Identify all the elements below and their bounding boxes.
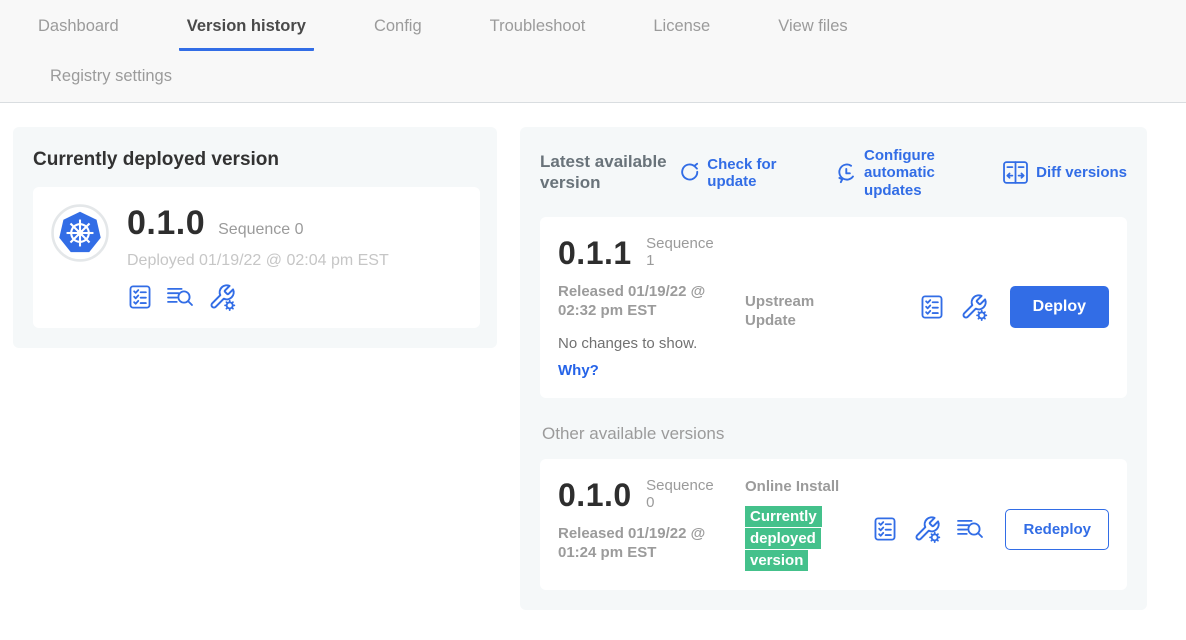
- diff-versions-label: Diff versions: [1036, 164, 1127, 181]
- diff-versions-icon: [1002, 160, 1029, 185]
- kubernetes-logo-icon: [51, 204, 109, 267]
- other-available-versions-title: Other available versions: [542, 424, 1127, 444]
- edit-config-icon[interactable]: [913, 515, 941, 543]
- nav-row-1: Dashboard Version history Config Trouble…: [0, 14, 1186, 51]
- tab-dashboard[interactable]: Dashboard: [30, 14, 127, 48]
- other-version-source: Online Install: [745, 477, 855, 497]
- deployed-version-card: 0.1.0 Sequence 0 Deployed 01/19/22 @ 02:…: [33, 187, 480, 328]
- latest-version-number: 0.1.1: [558, 235, 632, 271]
- latest-released-timestamp: Released 01/19/22 @ 02:32 pm EST: [558, 282, 743, 321]
- check-for-update-icon: [679, 161, 700, 184]
- check-for-update-link[interactable]: Check for update: [679, 156, 807, 191]
- available-versions-panel: Latest available version Check for updat…: [520, 127, 1147, 610]
- currently-deployed-title: Currently deployed version: [33, 149, 480, 171]
- available-header: Latest available version Check for updat…: [540, 147, 1127, 199]
- currently-deployed-badge-label: Currently deployed version: [745, 506, 822, 571]
- other-version-source-block: Online Install Currently deployed versio…: [745, 477, 855, 572]
- latest-version-source: Upstream Update: [745, 292, 855, 331]
- latest-version-card: 0.1.1 Sequence 1 Released 01/19/22 @ 02:…: [540, 217, 1127, 398]
- main-content: Currently deployed version: [0, 103, 1186, 610]
- top-navigation: Dashboard Version history Config Trouble…: [0, 0, 1186, 103]
- check-for-update-label: Check for update: [707, 156, 807, 191]
- nav-row-2: Registry settings: [0, 51, 1186, 102]
- other-version-card: 0.1.0 Sequence 0 Released 01/19/22 @ 01:…: [540, 459, 1127, 590]
- diff-versions-link[interactable]: Diff versions: [1002, 160, 1127, 185]
- tab-registry-settings[interactable]: Registry settings: [42, 64, 180, 86]
- latest-available-title: Latest available version: [540, 152, 667, 193]
- deployed-version-number: 0.1.0: [127, 204, 205, 243]
- edit-config-icon[interactable]: [960, 293, 988, 321]
- redeploy-button[interactable]: Redeploy: [1005, 509, 1109, 550]
- configure-automatic-updates-link[interactable]: Configure automatic updates: [836, 147, 970, 199]
- configure-automatic-updates-icon: [836, 161, 857, 184]
- tab-view-files[interactable]: View files: [770, 14, 855, 48]
- deployed-sequence-label: Sequence 0: [218, 221, 303, 239]
- tab-troubleshoot[interactable]: Troubleshoot: [482, 14, 594, 48]
- deploy-button[interactable]: Deploy: [1010, 286, 1109, 328]
- other-sequence-label: Sequence 0: [646, 477, 726, 512]
- latest-version-info: 0.1.1 Sequence 1 Released 01/19/22 @ 02:…: [558, 235, 745, 380]
- currently-deployed-panel: Currently deployed version: [13, 127, 497, 348]
- other-version-info: 0.1.0 Sequence 0 Released 01/19/22 @ 01:…: [558, 477, 745, 563]
- deployed-version-info: 0.1.0 Sequence 0 Deployed 01/19/22 @ 02:…: [127, 204, 389, 311]
- why-link[interactable]: Why?: [558, 362, 599, 379]
- release-notes-icon[interactable]: [166, 284, 195, 310]
- tab-license[interactable]: License: [645, 14, 718, 48]
- tab-config[interactable]: Config: [366, 14, 430, 48]
- preflight-checks-icon[interactable]: [872, 516, 898, 542]
- latest-sequence-label: Sequence 1: [646, 235, 726, 270]
- other-released-timestamp: Released 01/19/22 @ 01:24 pm EST: [558, 524, 743, 563]
- configure-automatic-updates-label: Configure automatic updates: [864, 147, 970, 199]
- currently-deployed-badge: Currently deployed version: [745, 506, 829, 571]
- no-changes-text: No changes to show.: [558, 335, 745, 352]
- other-version-actions: Redeploy: [872, 509, 1109, 550]
- deployed-timestamp: Deployed 01/19/22 @ 02:04 pm EST: [127, 252, 389, 270]
- preflight-checks-icon[interactable]: [919, 294, 945, 320]
- latest-version-actions: Deploy: [919, 286, 1109, 328]
- edit-config-icon[interactable]: [208, 283, 236, 311]
- tab-version-history[interactable]: Version history: [179, 14, 314, 51]
- preflight-checks-icon[interactable]: [127, 284, 153, 310]
- release-notes-icon[interactable]: [956, 516, 985, 542]
- other-version-number: 0.1.0: [558, 477, 632, 513]
